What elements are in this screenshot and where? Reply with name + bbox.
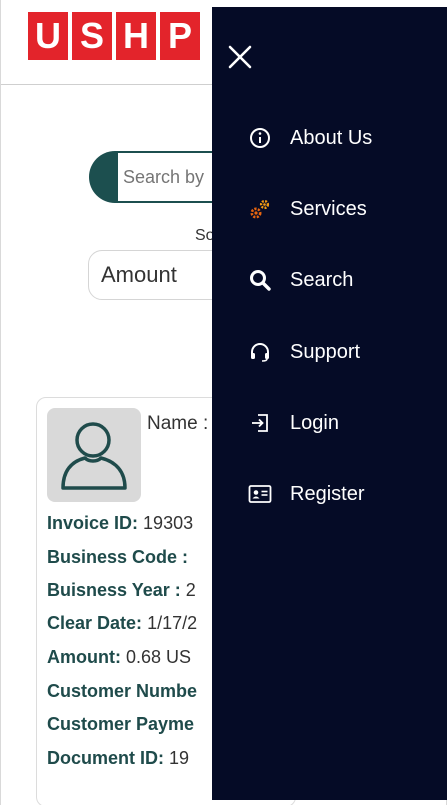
menu-item-services[interactable]: Services <box>212 187 447 231</box>
invoice-id-field: Invoice ID: 19303 <box>47 513 193 534</box>
field-value: 1/17/2 <box>147 613 198 633</box>
gears-icon <box>248 197 272 221</box>
document-id-field: Document ID: 19 <box>47 748 189 769</box>
field-label: Document ID: <box>47 748 164 768</box>
search-icon <box>248 268 272 292</box>
business-year-field: Buisness Year : 2 <box>47 580 196 601</box>
menu-label: Support <box>290 340 361 363</box>
logo-letter: U <box>28 12 68 60</box>
side-menu: About Us Services Search Support Login R… <box>212 7 447 800</box>
menu-label: Register <box>290 482 365 505</box>
menu-item-login[interactable]: Login <box>212 401 447 445</box>
logo-letter: H <box>116 12 156 60</box>
field-label: Business Code : <box>47 547 189 567</box>
close-button[interactable] <box>226 43 256 73</box>
amount-field: Amount: 0.68 US <box>47 647 191 668</box>
headset-icon <box>248 340 272 364</box>
name-label: Name : <box>147 413 209 434</box>
page: U S H P So Amount Name : Invoice ID: 193… <box>0 0 447 805</box>
close-icon <box>228 45 252 69</box>
menu-item-search[interactable]: Search <box>212 258 447 302</box>
field-label: Buisness Year : <box>47 580 181 600</box>
business-code-field: Business Code : <box>47 547 188 568</box>
customer-payment-field: Customer Payme <box>47 714 194 735</box>
field-label: Customer Numbe <box>47 681 198 701</box>
customer-number-field: Customer Numbe <box>47 681 197 702</box>
field-label: Clear Date: <box>47 613 143 633</box>
menu-item-support[interactable]: Support <box>212 330 447 374</box>
id-card-icon <box>248 482 272 506</box>
info-icon <box>248 126 272 150</box>
field-value: 2 <box>185 580 196 600</box>
field-value: 19303 <box>143 513 194 533</box>
field-label: Invoice ID: <box>47 513 139 533</box>
menu-label: About Us <box>290 126 373 149</box>
avatar <box>47 408 141 502</box>
user-icon <box>61 422 127 490</box>
logo-letter: P <box>160 12 200 60</box>
menu-item-about-us[interactable]: About Us <box>212 116 447 160</box>
clear-date-field: Clear Date: 1/17/2 <box>47 613 197 634</box>
field-label: Amount: <box>47 647 121 667</box>
field-value: 0.68 US <box>126 647 192 667</box>
ushp-logo[interactable]: U S H P <box>28 12 200 60</box>
logo-letter: S <box>72 12 112 60</box>
field-value: 19 <box>169 748 190 768</box>
menu-item-register[interactable]: Register <box>212 472 447 516</box>
field-label: Customer Payme <box>47 714 195 734</box>
login-icon <box>248 411 272 435</box>
menu-label: Services <box>290 197 367 220</box>
menu-label: Search <box>290 268 354 291</box>
menu-label: Login <box>290 411 339 434</box>
